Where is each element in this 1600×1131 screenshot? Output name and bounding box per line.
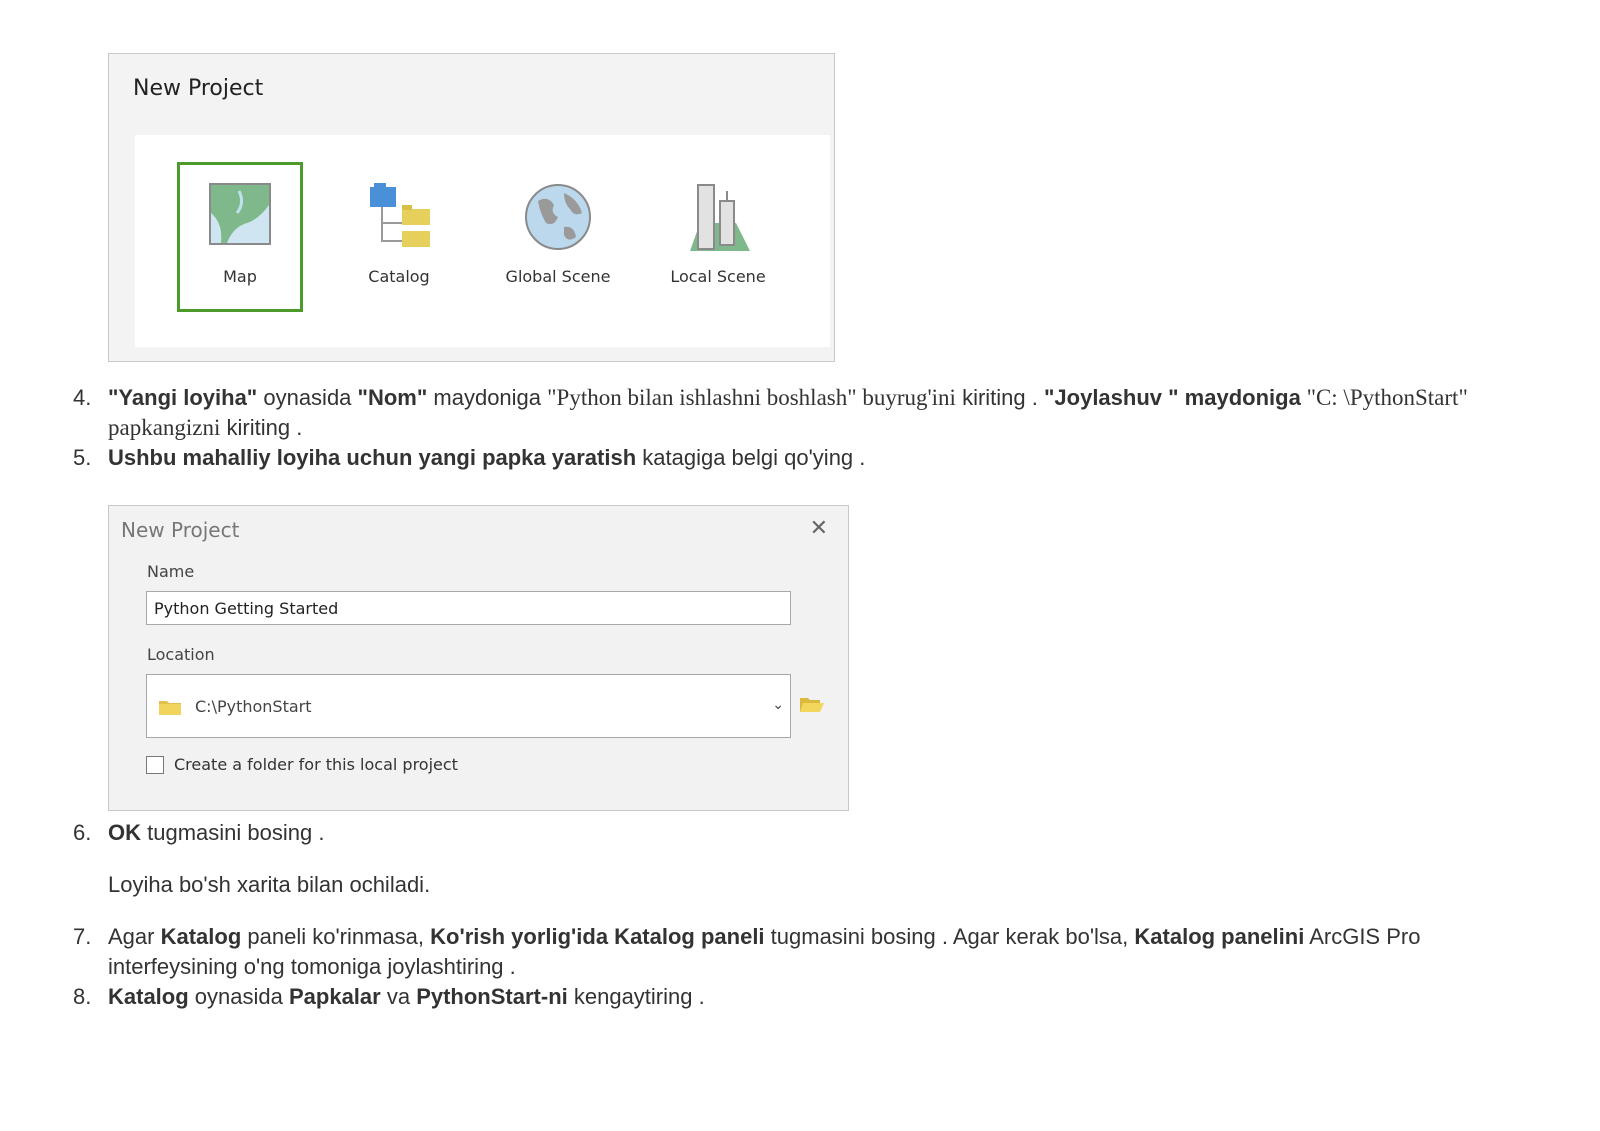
tile-label: Catalog [368,267,430,286]
step-emphasis: PythonStart-ni [416,984,568,1009]
location-value: C:\PythonStart [195,697,312,716]
step-number: 5. [73,445,92,470]
map-icon [180,183,300,255]
steps-list-b: 6. OK tugmasini bosing . [73,818,1528,848]
step-emphasis: OK [108,820,141,845]
step-text: katagiga belgi qo'ying . [636,445,866,470]
step-text: kengaytiring . [567,984,705,1009]
step-text: tugmasini bosing . [141,820,325,845]
new-project-gallery: New Project Map Catalog Global Scene Loc… [108,53,835,362]
step-text: kiriting . [955,385,1044,410]
step-text: maydoniga [427,385,548,410]
step-item: 4. "Yangi loyiha" oynasida "Nom" maydonig… [73,383,1528,443]
create-folder-label: Create a folder for this local project [174,755,458,774]
step-text: oynasida [257,385,358,410]
location-label: Location [147,645,215,664]
step-emphasis: Katalog panelini [1134,924,1305,949]
local-scene-icon [658,183,778,255]
step-text: paneli ko'rinmasa, [241,924,431,949]
step-item: 5. Ushbu mahalliy loyiha uchun yangi papk… [73,443,1528,473]
step-text: kiriting . [220,415,303,440]
folder-icon [159,699,181,719]
name-label: Name [147,562,195,581]
step-number: 7. [73,924,92,949]
chevron-down-icon: ⌄ [772,697,784,713]
step-emphasis: Ko'rish yorlig'ida Katalog paneli [430,924,765,949]
step-emphasis: "Nom" [357,385,428,410]
steps-list-a: 4. "Yangi loyiha" oynasida "Nom" maydonig… [73,383,1528,473]
step-item: 7. Agar Katalog paneli ko'rinmasa, Ko'ris… [73,922,1528,982]
tile-map[interactable]: Map [177,162,303,312]
close-icon[interactable]: ✕ [810,516,828,541]
gallery-title: New Project [133,76,264,101]
step-emphasis: "Yangi loyiha" [108,385,258,410]
step-number: 8. [73,984,92,1009]
step-item: 8. Katalog oynasida Papkalar va PythonSta… [73,982,1528,1012]
name-input[interactable]: Python Getting Started [146,591,791,625]
step-emphasis: Ushbu mahalliy loyiha uchun yangi papka … [108,445,637,470]
tile-catalog[interactable]: Catalog [336,162,462,312]
step-emphasis: Katalog [108,984,189,1009]
tile-global-scene[interactable]: Global Scene [495,162,621,312]
new-project-dialog: New Project ✕ Name Python Getting Starte… [108,505,849,811]
note-block: Loyiha bo'sh xarita bilan ochiladi. [73,870,1528,900]
template-panel: Map Catalog Global Scene Local Scene [135,135,830,347]
tile-label: Global Scene [505,267,611,286]
step-text: "Python bilan ishlashni boshlash" buyrug… [547,385,956,410]
step-text: tugmasini bosing . Agar kerak bo'lsa, [764,924,1135,949]
tile-local-scene[interactable]: Local Scene [655,162,781,312]
note-text: Loyiha bo'sh xarita bilan ochiladi. [108,872,431,897]
step-emphasis: Papkalar [288,984,381,1009]
step-text: oynasida [188,984,289,1009]
location-select[interactable]: C:\PythonStart ⌄ [146,674,791,738]
catalog-icon [339,183,459,255]
dialog-title: New Project [121,518,240,542]
tile-label: Map [223,267,257,286]
step-emphasis: "Joylashuv " maydoniga [1043,385,1301,410]
step-emphasis: Katalog [160,924,242,949]
step-item: 6. OK tugmasini bosing . [73,818,1528,848]
step-number: 6. [73,820,92,845]
steps-list-c: 7. Agar Katalog paneli ko'rinmasa, Ko'ris… [73,922,1528,1012]
browse-folder-icon[interactable] [800,696,824,716]
step-number: 4. [73,385,92,410]
tile-label: Local Scene [670,267,766,286]
create-folder-checkbox[interactable] [146,756,164,774]
step-text: va [380,984,417,1009]
globe-icon [498,183,618,255]
step-text: Agar [108,924,161,949]
